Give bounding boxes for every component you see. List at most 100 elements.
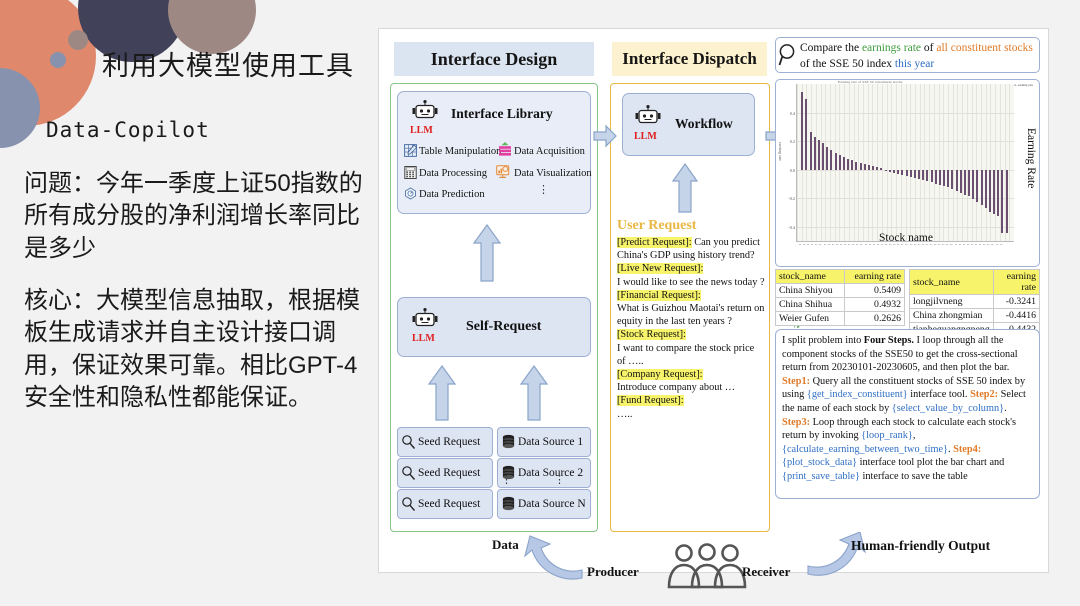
library-item-table-manipulation[interactable]: Table Manipulation <box>419 146 501 157</box>
cell-earning-rate: -0.3241 <box>993 295 1039 309</box>
arrow-up-library <box>472 223 502 283</box>
result-tables: stock_name earning rate China Shiyou0.54… <box>775 269 1040 325</box>
receiver-label: Receiver <box>742 564 790 580</box>
chart-bar <box>922 170 924 181</box>
seed-request-label: Seed Request <box>418 467 480 479</box>
library-item-data-acquisition[interactable]: Data Acquisition <box>514 146 585 157</box>
table-row: China zhongmian-0.4416 <box>910 309 1040 323</box>
interface-library-card[interactable]: Interface Library LLM Table Manipulation… <box>397 91 591 214</box>
cell-stock-name: longjilvneng <box>910 295 994 309</box>
cell-earning-rate: 0.4932 <box>844 298 904 312</box>
seed-request-group: Seed Request Seed Request Seed Request <box>397 427 493 520</box>
chart-bar <box>818 140 820 169</box>
user-request-label: User Request <box>617 218 696 234</box>
request-tag: [Company Request]: <box>617 369 703 380</box>
arrow-up-source <box>519 364 549 422</box>
library-more-dots: ⋮ <box>538 188 549 192</box>
chart-monitor-icon <box>496 165 512 180</box>
self-request-card[interactable]: Self-Request LLM <box>397 297 591 357</box>
request-tag: [Financial Request]: <box>617 290 701 301</box>
panel-header-interface-dispatch: Interface Dispatch <box>612 42 767 76</box>
chart-xlabel: Stock name <box>836 232 976 244</box>
chart-ytick-label: 0.4 <box>779 111 795 116</box>
chart-bar <box>972 170 974 199</box>
chart-ytick-label: -0.4 <box>779 225 795 230</box>
question-text: 问题：今年一季度上证50指数的所有成分股的净利润增长率同比是多少 <box>24 168 374 265</box>
step1-tool: {get_index_constituent} <box>807 389 908 400</box>
chart-vgridline <box>929 84 930 241</box>
chart-vgridline <box>877 84 878 241</box>
chart-bar <box>935 170 937 184</box>
workflow-card[interactable]: Workflow LLM <box>622 93 755 156</box>
cell-stock-name: China Shihua <box>776 298 845 312</box>
chart-bar <box>893 170 895 173</box>
data-source-row[interactable]: Data Source 1 <box>497 427 591 457</box>
chart-bar <box>822 143 824 169</box>
chart-ytick-label: 0.0 <box>779 168 795 173</box>
magnifier-icon <box>778 43 800 67</box>
chart-vgridline <box>910 84 911 241</box>
library-item-data-prediction[interactable]: Data Prediction <box>419 189 485 200</box>
request-text: ….. <box>617 409 632 420</box>
chart-bar <box>931 170 933 183</box>
chart-bar <box>872 166 874 169</box>
step2-tail: . <box>1004 403 1007 414</box>
robot-icon <box>412 100 438 124</box>
chart-bar <box>826 147 828 170</box>
chart-bar <box>805 99 807 169</box>
chart-vgridline <box>943 84 944 241</box>
chart-bar <box>943 170 945 186</box>
library-item-data-visualization[interactable]: Data Visualization <box>514 168 592 179</box>
chart-bar <box>956 170 958 191</box>
cell-earning-rate: -0.4416 <box>993 309 1039 323</box>
data-source-label: Data Source N <box>518 498 586 510</box>
request-text: Introduce company about … <box>617 382 735 393</box>
chart-bar <box>830 150 832 170</box>
data-source-row[interactable]: Data Source N <box>497 489 591 519</box>
cell-earning-rate: 0.2626 <box>844 312 904 326</box>
library-item-data-processing[interactable]: Data Processing <box>419 168 487 179</box>
conclusion-box: I split problem into Four Steps. I loop … <box>775 329 1040 499</box>
chart-bar <box>810 132 812 169</box>
seed-request-row[interactable]: Seed Request <box>397 458 493 488</box>
self-request-title: Self-Request <box>466 319 541 335</box>
chart-vgridline <box>948 84 949 241</box>
chart-bar <box>985 170 987 209</box>
workflow-llm-badge: LLM <box>634 131 657 142</box>
table-row: China Shiyou0.5409 <box>776 284 905 298</box>
step2-label: Step2: <box>970 389 998 400</box>
chart-bar <box>993 170 995 214</box>
chart-hgridline <box>797 227 1014 228</box>
step1-tail: interface tool. <box>908 389 968 400</box>
table-row: longjilvneng-0.3241 <box>910 295 1040 309</box>
step4-tail2: interface to save the table <box>860 471 968 482</box>
earning-rate-bar-chart: Earning rate of SSE 50 constituent stock… <box>775 79 1040 267</box>
chart-bar <box>1001 170 1003 233</box>
chart-vgridline <box>924 84 925 241</box>
result-table-right: stock_name earning rate longjilvneng-0.3… <box>909 269 1040 337</box>
query-box[interactable]: Compare the earnings rate of all constit… <box>775 37 1040 73</box>
seed-request-row[interactable]: Seed Request <box>397 427 493 457</box>
table-header-stock-name: stock_name <box>776 270 845 284</box>
interface-library-title: Interface Library <box>451 106 553 122</box>
table-row: China Shihua0.4932 <box>776 298 905 312</box>
request-text: I want to compare the stock price of ….. <box>617 343 754 367</box>
database-icon <box>501 496 516 512</box>
data-label: Data <box>492 537 519 553</box>
chart-vgridline <box>939 84 940 241</box>
chart-bar <box>839 155 841 170</box>
producer-label: Producer <box>587 564 639 580</box>
chart-bar <box>843 157 845 170</box>
chart-vgridline <box>901 84 902 241</box>
query-seg-5: this year <box>895 58 934 70</box>
request-text: What is Guizhou Maotai's return on equit… <box>617 303 764 327</box>
seed-request-label: Seed Request <box>418 436 480 448</box>
cell-earning-rate: 0.5409 <box>844 284 904 298</box>
magnifier-icon <box>401 434 416 450</box>
chart-bar <box>960 170 962 193</box>
request-tag: [Fund Request]: <box>617 395 684 406</box>
robot-icon <box>412 308 438 332</box>
request-tag: [Predict Request]: <box>617 237 692 248</box>
seed-request-row[interactable]: Seed Request <box>397 489 493 519</box>
chart-vgridline <box>906 84 907 241</box>
